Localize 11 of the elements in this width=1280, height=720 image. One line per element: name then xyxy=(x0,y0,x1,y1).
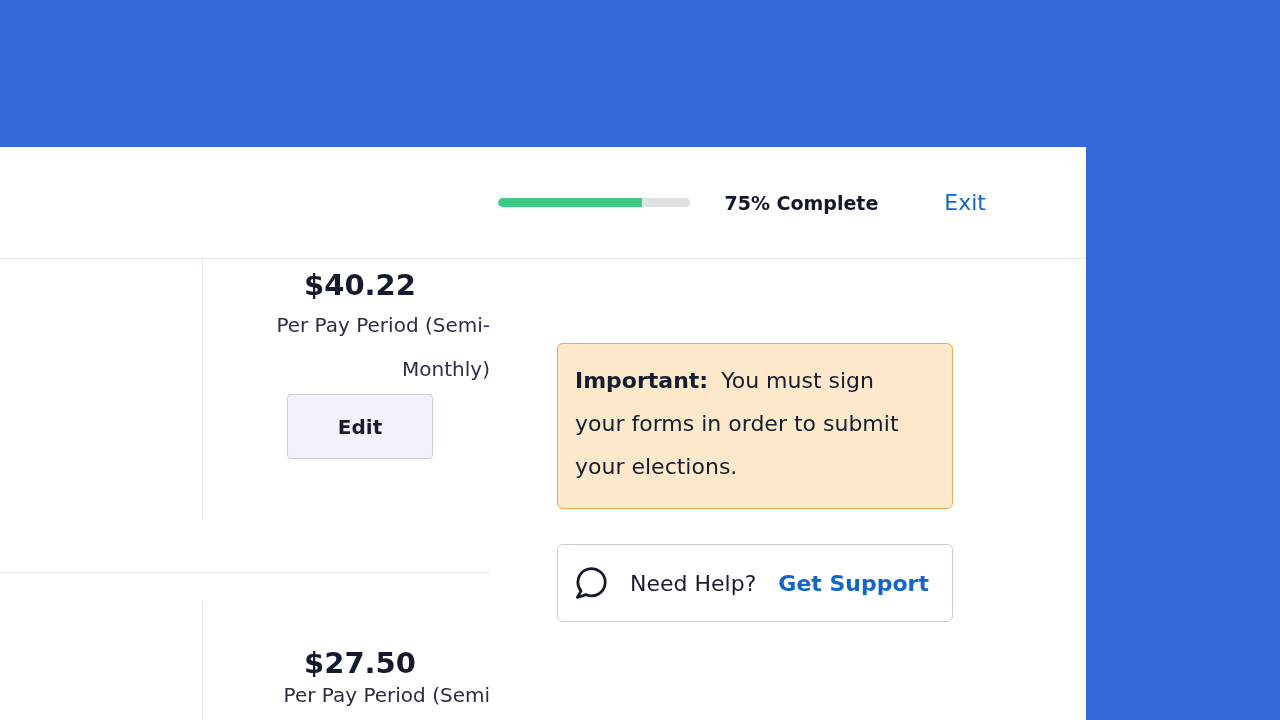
progress-label: 75% Complete xyxy=(724,191,879,214)
amount-text: $27.50 xyxy=(304,645,416,681)
need-help-text: Need Help? xyxy=(630,570,757,596)
amount-text: $40.22 xyxy=(304,267,416,303)
exit-link[interactable]: Exit xyxy=(944,190,986,215)
pay-period-text: Per Pay Period (Semi xyxy=(282,682,490,709)
chat-bubble-icon xyxy=(575,567,607,599)
get-support-link[interactable]: Get Support xyxy=(778,570,929,596)
pay-period-text: Per Pay Period (Semi-Monthly) xyxy=(275,312,490,383)
important-notice: Important: You must sign your forms in order to submit your elections. xyxy=(557,343,953,509)
edit-button[interactable]: Edit xyxy=(287,394,433,459)
